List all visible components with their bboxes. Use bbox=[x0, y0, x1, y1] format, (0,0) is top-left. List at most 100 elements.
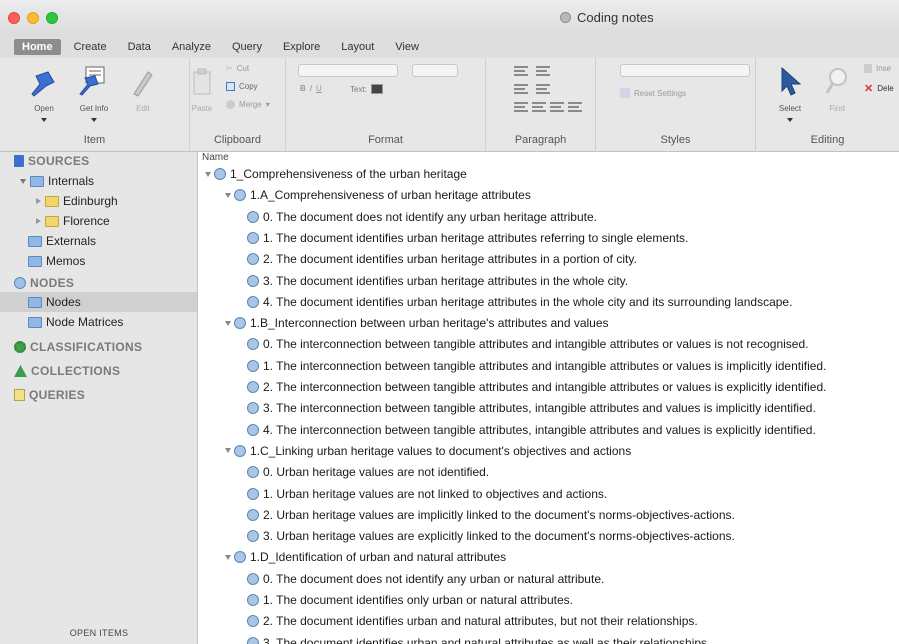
node-row[interactable]: 0. The interconnection between tangible … bbox=[247, 336, 808, 352]
sidebar-item-nodes-header[interactable]: NODES bbox=[14, 276, 74, 290]
node-row[interactable]: 3. The interconnection between tangible … bbox=[247, 400, 816, 416]
tab-analyze[interactable]: Analyze bbox=[164, 39, 219, 55]
node-row[interactable]: 4. The interconnection between tangible … bbox=[247, 422, 816, 438]
increase-indent-icon[interactable] bbox=[536, 84, 550, 94]
merge-button[interactable]: Merge ▾ bbox=[226, 100, 270, 109]
reset-settings-button[interactable]: Reset Settings bbox=[620, 88, 686, 98]
open-button[interactable]: Open bbox=[24, 104, 64, 113]
tab-explore[interactable]: Explore bbox=[275, 39, 328, 55]
column-header-name[interactable]: Name bbox=[202, 152, 229, 163]
node-row[interactable]: 1. The interconnection between tangible … bbox=[247, 358, 826, 374]
node-row[interactable]: 2. Urban heritage values are implicitly … bbox=[247, 507, 735, 523]
node-row[interactable]: 2. The document identifies urban heritag… bbox=[247, 251, 637, 267]
collapse-triangle-icon[interactable] bbox=[36, 198, 41, 204]
text-color-swatch[interactable] bbox=[370, 84, 383, 94]
node-name: 2. The document identifies urban and nat… bbox=[263, 614, 698, 629]
decrease-indent-icon[interactable] bbox=[514, 84, 528, 94]
style-select[interactable] bbox=[620, 64, 750, 77]
collapse-triangle-icon[interactable] bbox=[36, 218, 41, 224]
sidebar-item-internals[interactable]: Internals bbox=[20, 174, 94, 188]
node-row[interactable]: 1.D_Identification of urban and natural … bbox=[225, 549, 506, 565]
edit-button[interactable]: Edit bbox=[123, 104, 163, 113]
align-center-icon[interactable] bbox=[532, 102, 546, 112]
sidebar-item-nodes[interactable]: Nodes bbox=[28, 295, 81, 309]
tab-data[interactable]: Data bbox=[120, 39, 159, 55]
sidebar-item-collections[interactable]: COLLECTIONS bbox=[14, 364, 120, 378]
node-row[interactable]: 1. The document identifies urban heritag… bbox=[247, 230, 688, 246]
numbered-list-icon[interactable] bbox=[536, 66, 550, 76]
close-window-button[interactable] bbox=[8, 12, 20, 24]
node-row[interactable]: 0. Urban heritage values are not identif… bbox=[247, 464, 489, 480]
copy-icon bbox=[226, 82, 235, 91]
bullet-list-icon[interactable] bbox=[514, 66, 528, 76]
node-row[interactable]: 0. The document does not identify any ur… bbox=[247, 209, 597, 225]
node-icon bbox=[214, 168, 226, 180]
cut-button[interactable]: ✂ Cut bbox=[226, 64, 249, 73]
expand-triangle-icon[interactable] bbox=[225, 554, 231, 560]
get-info-button[interactable]: Get Info bbox=[74, 104, 114, 113]
item-group-label: Item bbox=[83, 134, 106, 146]
italic-button[interactable]: I bbox=[310, 84, 312, 93]
node-row[interactable]: 1.C_Linking urban heritage values to doc… bbox=[225, 443, 631, 459]
tab-query[interactable]: Query bbox=[224, 39, 270, 55]
expand-triangle-icon[interactable] bbox=[225, 192, 231, 198]
font-size-select[interactable] bbox=[412, 64, 458, 77]
chevron-down-icon[interactable] bbox=[91, 118, 97, 122]
node-icon bbox=[234, 444, 246, 457]
sidebar-item-queries[interactable]: QUERIES bbox=[14, 388, 85, 402]
navigation-sidebar: SOURCES Internals Edinburgh Florence Ext… bbox=[0, 152, 198, 644]
sidebar-item-edinburgh[interactable]: Edinburgh bbox=[36, 194, 118, 208]
node-row[interactable]: 1. Urban heritage values are not linked … bbox=[247, 486, 607, 502]
node-row[interactable]: 1. The document identifies only urban or… bbox=[247, 592, 573, 608]
minimize-window-button[interactable] bbox=[27, 12, 39, 24]
sidebar-item-classifications[interactable]: CLASSIFICATIONS bbox=[14, 340, 142, 354]
copy-label: Copy bbox=[239, 82, 258, 91]
underline-button[interactable]: U bbox=[316, 84, 322, 93]
node-row[interactable]: 2. The document identifies urban and nat… bbox=[247, 613, 698, 629]
justify-icon[interactable] bbox=[568, 102, 582, 112]
expand-triangle-icon[interactable] bbox=[205, 171, 211, 177]
chevron-down-icon[interactable] bbox=[787, 118, 793, 122]
tab-view[interactable]: View bbox=[387, 39, 427, 55]
copy-button[interactable]: Copy bbox=[226, 82, 258, 91]
node-row[interactable]: 3. The document identifies urban heritag… bbox=[247, 273, 628, 289]
sources-label: SOURCES bbox=[28, 154, 90, 168]
node-row[interactable]: 4. The document identifies urban heritag… bbox=[247, 294, 792, 310]
find-button[interactable]: Find bbox=[817, 104, 857, 113]
zoom-window-button[interactable] bbox=[46, 12, 58, 24]
get-info-icon[interactable] bbox=[76, 64, 110, 98]
node-row[interactable]: 1_Comprehensiveness of the urban heritag… bbox=[205, 166, 467, 182]
sidebar-item-memos[interactable]: Memos bbox=[28, 254, 85, 268]
text-color-control[interactable]: Text: bbox=[350, 84, 383, 94]
insert-button[interactable]: Inse bbox=[864, 64, 891, 73]
tab-home[interactable]: Home bbox=[14, 39, 61, 55]
bold-button[interactable]: B bbox=[300, 84, 306, 93]
node-name: 1. Urban heritage values are not linked … bbox=[263, 486, 608, 501]
node-row[interactable]: 1.B_Interconnection between urban herita… bbox=[225, 315, 609, 331]
sidebar-item-externals[interactable]: Externals bbox=[28, 234, 96, 248]
select-button[interactable]: Select bbox=[770, 104, 810, 113]
tab-create[interactable]: Create bbox=[66, 39, 115, 55]
expand-triangle-icon[interactable] bbox=[225, 448, 231, 454]
paste-button[interactable]: Paste bbox=[182, 104, 222, 113]
sidebar-item-node-matrices[interactable]: Node Matrices bbox=[28, 315, 123, 329]
node-row[interactable]: 3. The document identifies urban and nat… bbox=[247, 635, 710, 644]
node-row[interactable]: 3. Urban heritage values are explicitly … bbox=[247, 528, 735, 544]
expand-triangle-icon[interactable] bbox=[225, 320, 231, 326]
node-name: 1. The interconnection between tangible … bbox=[263, 358, 827, 373]
font-family-select[interactable] bbox=[298, 64, 398, 77]
expand-triangle-icon[interactable] bbox=[20, 178, 26, 184]
node-row[interactable]: 0. The document does not identify any ur… bbox=[247, 571, 604, 587]
node-row[interactable]: 1.A_Comprehensiveness of urban heritage … bbox=[225, 187, 531, 203]
select-cursor-icon[interactable] bbox=[778, 66, 802, 96]
open-pin-icon[interactable] bbox=[26, 68, 60, 100]
delete-button[interactable]: ✕ Dele bbox=[864, 82, 894, 95]
open-items-header[interactable]: OPEN ITEMS bbox=[0, 628, 198, 638]
align-right-icon[interactable] bbox=[550, 102, 564, 112]
node-row[interactable]: 2. The interconnection between tangible … bbox=[247, 379, 826, 395]
chevron-down-icon[interactable] bbox=[41, 118, 47, 122]
sidebar-item-sources[interactable]: SOURCES bbox=[14, 154, 89, 168]
tab-layout[interactable]: Layout bbox=[333, 39, 382, 55]
align-left-icon[interactable] bbox=[514, 102, 528, 112]
sidebar-item-florence[interactable]: Florence bbox=[36, 214, 110, 228]
